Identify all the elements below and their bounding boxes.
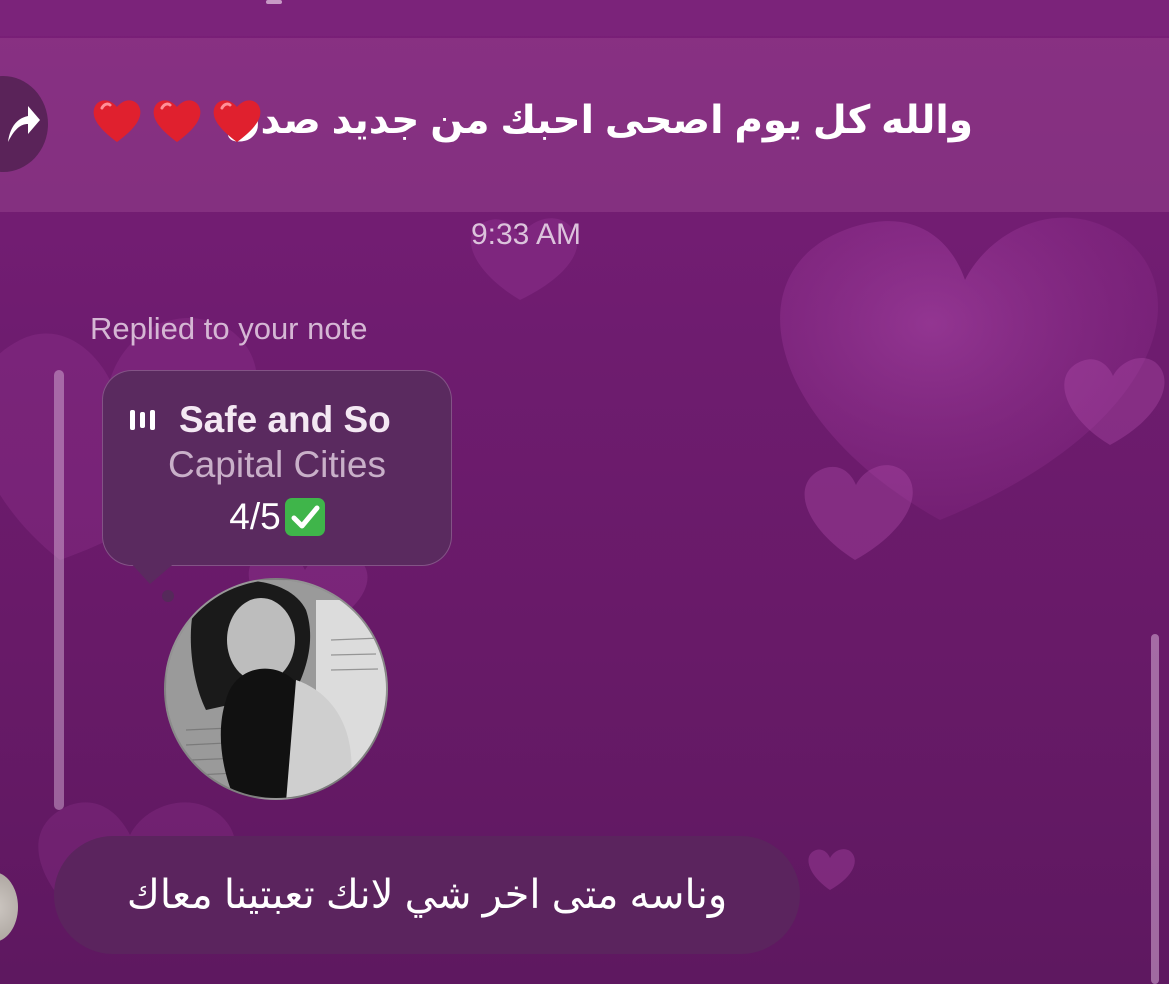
note-text-row: 4/5 xyxy=(102,496,452,538)
note-bubble-tail xyxy=(128,560,178,584)
top-bar-remnant xyxy=(0,0,1169,36)
red-heart-icon xyxy=(93,100,141,142)
red-heart-icon xyxy=(153,100,201,142)
check-mark-button-icon xyxy=(284,498,325,536)
note-song-title: Safe and So xyxy=(179,399,391,440)
note-profile-picture[interactable] xyxy=(164,578,388,800)
replied-to-note-label: Replied to your note xyxy=(90,311,368,346)
top-tick-mark xyxy=(266,0,282,4)
scrollbar[interactable] xyxy=(1151,634,1159,984)
note-song-artist: Capital Cities xyxy=(168,444,386,485)
message-timestamp: 9:33 AM xyxy=(470,218,582,251)
reply-indicator-bar xyxy=(54,370,64,810)
heart-emojis xyxy=(92,96,262,144)
note-song-row[interactable]: Safe and So xyxy=(130,396,430,444)
chat-screen: والله كل يوم اصحى احبك من جديد صدق 9:33 … xyxy=(0,0,1169,984)
note-bubble-dot xyxy=(162,590,174,602)
share-arrow-icon xyxy=(8,106,40,142)
message-text: والله كل يوم اصحى احبك من جديد صدق xyxy=(225,99,973,142)
music-bars-icon xyxy=(130,410,155,430)
note-text: 4/5 xyxy=(229,496,281,537)
message-text-2: وناسه متى اخر شي لانك تعبتينا معاك xyxy=(126,873,728,917)
red-heart-icon xyxy=(213,100,261,142)
profile-photo-image xyxy=(166,580,386,798)
